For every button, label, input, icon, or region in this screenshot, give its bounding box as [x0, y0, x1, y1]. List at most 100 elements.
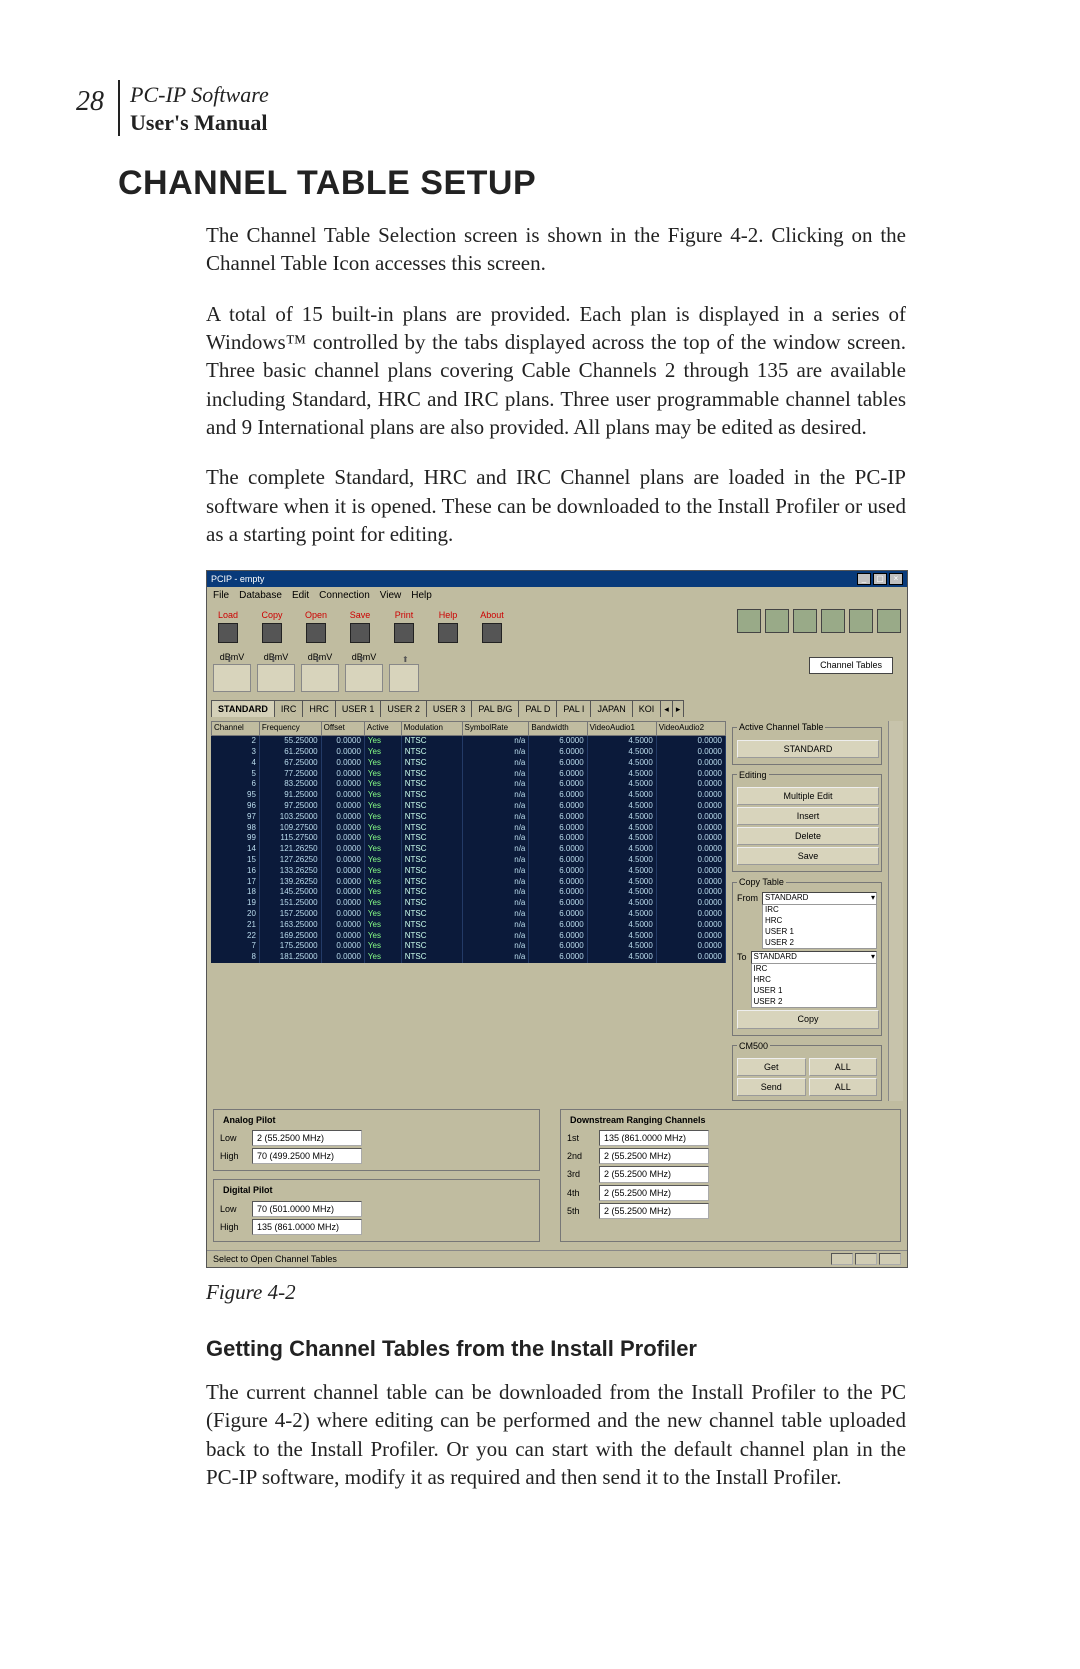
col-videoaudio2[interactable]: VideoAudio2	[656, 722, 725, 736]
table-row[interactable]: 15127.262500.0000YesNTSCn/a6.00004.50000…	[212, 855, 726, 866]
col-active[interactable]: Active	[364, 722, 401, 736]
tab-user3[interactable]: USER 3	[426, 700, 473, 717]
tab-koi[interactable]: KOI	[632, 700, 662, 717]
tool-icon-3[interactable]	[793, 609, 817, 633]
header-manual: User's Manual	[130, 110, 906, 136]
table-row[interactable]: 255.250000.0000YesNTSCn/a6.00004.50000.0…	[212, 736, 726, 747]
from-dropdown[interactable]: STANDARD	[762, 892, 877, 905]
tool-icon-2[interactable]	[765, 609, 789, 633]
table-row[interactable]: 577.250000.0000YesNTSCn/a6.00004.50000.0…	[212, 769, 726, 780]
table-row[interactable]: 21163.250000.0000YesNTSCn/a6.00004.50000…	[212, 920, 726, 931]
slot-4[interactable]	[345, 664, 383, 692]
tab-user1[interactable]: USER 1	[335, 700, 382, 717]
window-titlebar[interactable]: PCIP - empty _ ▢ ×	[207, 571, 907, 587]
table-row[interactable]: 97103.250000.0000YesNTSCn/a6.00004.50000…	[212, 812, 726, 823]
table-row[interactable]: 7175.250000.0000YesNTSCn/a6.00004.50000.…	[212, 941, 726, 952]
tool-open[interactable]: Open	[301, 609, 331, 643]
table-row[interactable]: 98109.275000.0000YesNTSCn/a6.00004.50000…	[212, 823, 726, 834]
downstream-group: Downstream Ranging Channels 1st135 (861.…	[560, 1109, 901, 1242]
tool-about[interactable]: About	[477, 609, 507, 643]
tool-icon-1[interactable]	[737, 609, 761, 633]
table-row[interactable]: 17139.262500.0000YesNTSCn/a6.00004.50000…	[212, 877, 726, 888]
tool-copy[interactable]: Copy	[257, 609, 287, 643]
table-row[interactable]: 99115.275000.0000YesNTSCn/a6.00004.50000…	[212, 833, 726, 844]
btn-copy[interactable]: Copy	[737, 1010, 879, 1028]
col-symbolrate[interactable]: SymbolRate	[462, 722, 529, 736]
slot-auto[interactable]	[389, 664, 419, 692]
to-options[interactable]: IRC HRC USER 1 USER 2	[751, 963, 877, 1008]
col-modulation[interactable]: Modulation	[401, 722, 462, 736]
tab-palbg[interactable]: PAL B/G	[471, 700, 519, 717]
table-row[interactable]: 19151.250000.0000YesNTSCn/a6.00004.50000…	[212, 898, 726, 909]
slot-3[interactable]	[301, 664, 339, 692]
max-button[interactable]: ▢	[873, 573, 887, 585]
menu-help[interactable]: Help	[411, 589, 432, 603]
table-row[interactable]: 22169.250000.0000YesNTSCn/a6.00004.50000…	[212, 931, 726, 942]
dr-1[interactable]: 135 (861.0000 MHz)	[599, 1130, 709, 1146]
analog-low-value[interactable]: 2 (55.2500 MHz)	[252, 1130, 362, 1146]
btn-send-all[interactable]: ALL	[809, 1078, 878, 1096]
dr-4[interactable]: 2 (55.2500 MHz)	[599, 1185, 709, 1201]
btn-insert[interactable]: Insert	[737, 807, 879, 825]
btn-send[interactable]: Send	[737, 1078, 806, 1096]
digital-low-value[interactable]: 70 (501.0000 MHz)	[252, 1201, 362, 1217]
analog-high-value[interactable]: 70 (499.2500 MHz)	[252, 1148, 362, 1164]
col-frequency[interactable]: Frequency	[259, 722, 321, 736]
col-channel[interactable]: Channel	[212, 722, 260, 736]
btn-delete[interactable]: Delete	[737, 827, 879, 845]
btn-multiple-edit[interactable]: Multiple Edit	[737, 787, 879, 805]
table-row[interactable]: 14121.262500.0000YesNTSCn/a6.00004.50000…	[212, 844, 726, 855]
slot-2[interactable]	[257, 664, 295, 692]
tool-icon-5[interactable]	[849, 609, 873, 633]
tab-pali[interactable]: PAL I	[556, 700, 591, 717]
tool-icon-6[interactable]	[877, 609, 901, 633]
table-row[interactable]: 8181.250000.0000YesNTSCn/a6.00004.50000.…	[212, 952, 726, 963]
slot-1[interactable]	[213, 664, 251, 692]
min-button[interactable]: _	[857, 573, 871, 585]
menu-view[interactable]: View	[380, 589, 402, 603]
table-row[interactable]: 467.250000.0000YesNTSCn/a6.00004.50000.0…	[212, 758, 726, 769]
menu-connection[interactable]: Connection	[319, 589, 370, 603]
cm500-group: CM500 Get ALL Send ALL	[732, 1040, 882, 1101]
tab-irc[interactable]: IRC	[274, 700, 304, 717]
table-row[interactable]: 9697.250000.0000YesNTSCn/a6.00004.50000.…	[212, 801, 726, 812]
col-offset[interactable]: Offset	[321, 722, 364, 736]
table-row[interactable]: 9591.250000.0000YesNTSCn/a6.00004.50000.…	[212, 790, 726, 801]
print-icon	[394, 623, 414, 643]
tab-scroll-right[interactable]: ▸	[672, 700, 685, 717]
dr-3[interactable]: 2 (55.2500 MHz)	[599, 1166, 709, 1182]
tab-user2[interactable]: USER 2	[380, 700, 427, 717]
btn-get-all[interactable]: ALL	[809, 1058, 878, 1076]
digital-high-value[interactable]: 135 (861.0000 MHz)	[252, 1219, 362, 1235]
dr-2[interactable]: 2 (55.2500 MHz)	[599, 1148, 709, 1164]
close-button[interactable]: ×	[889, 573, 903, 585]
menu-bar: File Database Edit Connection View Help	[207, 587, 907, 605]
menu-edit[interactable]: Edit	[292, 589, 309, 603]
to-dropdown[interactable]: STANDARD	[751, 951, 877, 964]
tool-print[interactable]: Print	[389, 609, 419, 643]
channel-table[interactable]: ChannelFrequencyOffsetActiveModulationSy…	[211, 721, 726, 963]
table-row[interactable]: 20157.250000.0000YesNTSCn/a6.00004.50000…	[212, 909, 726, 920]
tab-pald[interactable]: PAL D	[518, 700, 557, 717]
table-row[interactable]: 361.250000.0000YesNTSCn/a6.00004.50000.0…	[212, 747, 726, 758]
col-bandwidth[interactable]: Bandwidth	[529, 722, 587, 736]
table-row[interactable]: 683.250000.0000YesNTSCn/a6.00004.50000.0…	[212, 779, 726, 790]
tool-save[interactable]: Save	[345, 609, 375, 643]
table-row[interactable]: 18145.250000.0000YesNTSCn/a6.00004.50000…	[212, 887, 726, 898]
dr-5[interactable]: 2 (55.2500 MHz)	[599, 1203, 709, 1219]
tool-channel-tables-icon[interactable]	[821, 609, 845, 633]
editing-group: Editing Multiple Edit Insert Delete Save	[732, 769, 882, 873]
menu-file[interactable]: File	[213, 589, 229, 603]
tab-japan[interactable]: JAPAN	[590, 700, 632, 717]
menu-database[interactable]: Database	[239, 589, 282, 603]
tab-standard[interactable]: STANDARD	[211, 700, 275, 717]
vertical-scrollbar[interactable]	[888, 721, 903, 1101]
table-row[interactable]: 16133.262500.0000YesNTSCn/a6.00004.50000…	[212, 866, 726, 877]
col-videoaudio1[interactable]: VideoAudio1	[587, 722, 656, 736]
tool-load[interactable]: Load	[213, 609, 243, 643]
tab-hrc[interactable]: HRC	[302, 700, 336, 717]
btn-get[interactable]: Get	[737, 1058, 806, 1076]
from-options[interactable]: IRC HRC USER 1 USER 2	[762, 904, 877, 949]
btn-save[interactable]: Save	[737, 847, 879, 865]
tool-help[interactable]: Help	[433, 609, 463, 643]
